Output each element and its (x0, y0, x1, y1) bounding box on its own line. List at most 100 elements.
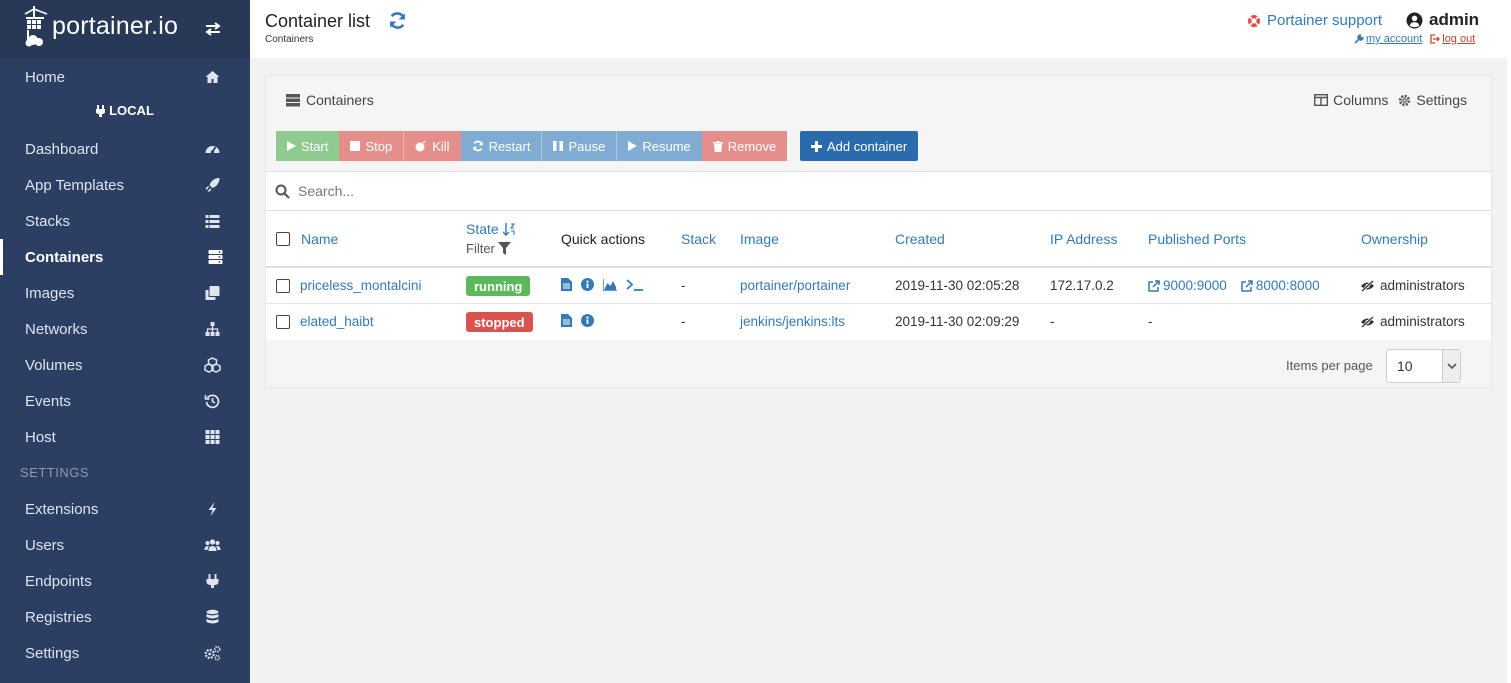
sidebar-item-stacks[interactable]: Stacks (0, 203, 250, 239)
page-title: Container list (265, 11, 371, 31)
sidebar-item-registries[interactable]: Registries (0, 599, 250, 635)
filter-icon (497, 242, 511, 255)
sidebar-item-endpoints[interactable]: Endpoints (0, 563, 250, 599)
refresh-icon[interactable] (388, 11, 407, 30)
ownership-cell: administrators (1360, 314, 1465, 329)
sitemap-icon (205, 322, 220, 336)
column-header-created[interactable]: Created (895, 231, 945, 247)
search-icon (275, 184, 290, 199)
columns-toggle[interactable]: Columns (1314, 92, 1388, 108)
logs-icon[interactable] (561, 278, 572, 291)
resume-button[interactable]: Resume (616, 131, 702, 161)
sidebar-item-app-templates[interactable]: App Templates (0, 167, 250, 203)
console-icon[interactable] (626, 278, 644, 291)
column-header-state[interactable]: State (466, 221, 515, 237)
table-settings-toggle[interactable]: Settings (1398, 92, 1467, 108)
items-per-page-select[interactable]: 10 (1386, 349, 1461, 383)
state-filter[interactable]: Filter (466, 241, 511, 256)
log-out-link[interactable]: log out (1430, 33, 1475, 45)
panel-tools: Columns Settings (1314, 92, 1467, 108)
search-input[interactable] (298, 183, 898, 199)
column-header-quick-actions: Quick actions (561, 231, 646, 247)
sidebar-item-settings[interactable]: Settings (0, 635, 250, 671)
logo[interactable]: portainer.io (0, 0, 250, 58)
my-account-link[interactable]: my account (1354, 33, 1422, 45)
wrench-icon (1354, 34, 1364, 44)
sidebar-item-label: Containers (25, 248, 104, 266)
status-badge: stopped (466, 312, 533, 332)
row-checkbox[interactable] (276, 279, 290, 293)
stop-icon (350, 141, 361, 151)
container-name-link[interactable]: priceless_montalcini (300, 278, 422, 293)
eye-slash-icon (1361, 279, 1374, 292)
column-header-ip[interactable]: IP Address (1050, 231, 1117, 247)
username: admin (1429, 10, 1480, 29)
sidebar-item-containers[interactable]: Containers (0, 239, 250, 275)
port-link[interactable]: 8000:8000 (1241, 278, 1320, 293)
refresh-icon (472, 140, 483, 152)
container-actions: Start Stop Kill Restart Pause Resume Rem… (276, 131, 788, 161)
environment-label: LOCAL (0, 103, 250, 118)
external-link-icon (1148, 279, 1160, 292)
sidebar-item-home[interactable]: Home (0, 59, 250, 95)
server-icon (208, 250, 223, 264)
container-name-link[interactable]: elated_haibt (300, 314, 374, 329)
sidebar-item-volumes[interactable]: Volumes (0, 347, 250, 383)
logs-icon[interactable] (561, 314, 572, 327)
column-header-ownership[interactable]: Ownership (1361, 231, 1428, 247)
column-header-stack[interactable]: Stack (681, 231, 716, 247)
quick-actions (561, 314, 594, 327)
plug-icon (96, 105, 106, 117)
panel-heading: Containers Columns Settings (266, 76, 1491, 121)
port-link[interactable]: 9000:9000 (1148, 278, 1227, 293)
breadcrumb: Containers (265, 34, 314, 45)
sidebar-item-networks[interactable]: Networks (0, 311, 250, 347)
scrollbar-track[interactable] (1507, 58, 1511, 683)
sidebar-item-users[interactable]: Users (0, 527, 250, 563)
sidebar-item-dashboard[interactable]: Dashboard (0, 131, 250, 167)
bolt-icon (208, 502, 217, 516)
stats-chart-icon[interactable] (603, 278, 617, 291)
portainer-logo-icon (24, 6, 48, 47)
top-header: Container list Containers Portainer supp… (250, 0, 1511, 58)
column-header-ports[interactable]: Published Ports (1148, 231, 1246, 247)
swap-arrows-icon[interactable] (204, 20, 222, 38)
cogs-icon (204, 645, 221, 661)
history-icon (204, 394, 220, 409)
start-button[interactable]: Start (276, 131, 340, 161)
remove-button[interactable]: Remove (701, 131, 788, 161)
add-container-button[interactable]: Add container (800, 131, 919, 161)
info-icon[interactable] (581, 278, 594, 291)
sidebar-item-host[interactable]: Host (0, 419, 250, 455)
select-all-checkbox[interactable] (276, 232, 290, 246)
sidebar-item-images[interactable]: Images (0, 275, 250, 311)
sidebar-item-events[interactable]: Events (0, 383, 250, 419)
image-link[interactable]: jenkins/jenkins:lts (740, 314, 845, 329)
user-links: my account log out (1354, 33, 1475, 45)
stop-button[interactable]: Stop (339, 131, 404, 161)
sidebar-item-label: Extensions (25, 500, 99, 518)
stack-cell: - (681, 314, 686, 329)
sidebar-item-label: Networks (25, 320, 88, 338)
bomb-icon (415, 140, 426, 152)
grid-icon (205, 430, 220, 444)
restart-button[interactable]: Restart (460, 131, 542, 161)
published-ports-cell: - (1148, 314, 1153, 329)
kill-button[interactable]: Kill (403, 131, 461, 161)
settings-section-title: SETTINGS (20, 465, 90, 480)
support-link[interactable]: Portainer support (1247, 12, 1382, 29)
pause-button[interactable]: Pause (541, 131, 617, 161)
sidebar-item-extensions[interactable]: Extensions (0, 491, 250, 527)
image-link[interactable]: portainer/portainer (740, 278, 850, 293)
column-header-image[interactable]: Image (740, 231, 779, 247)
home-icon (205, 71, 220, 83)
clone-icon (205, 286, 220, 300)
column-header-name[interactable]: Name (301, 231, 338, 247)
plus-icon (811, 140, 822, 152)
published-ports: 9000:9000 8000:8000 (1148, 278, 1320, 293)
row-checkbox[interactable] (276, 315, 290, 329)
sidebar-item-label: Events (25, 392, 71, 410)
user-menu[interactable]: admin (1406, 10, 1479, 30)
sidebar-item-label: Registries (25, 608, 92, 626)
info-icon[interactable] (581, 314, 594, 327)
